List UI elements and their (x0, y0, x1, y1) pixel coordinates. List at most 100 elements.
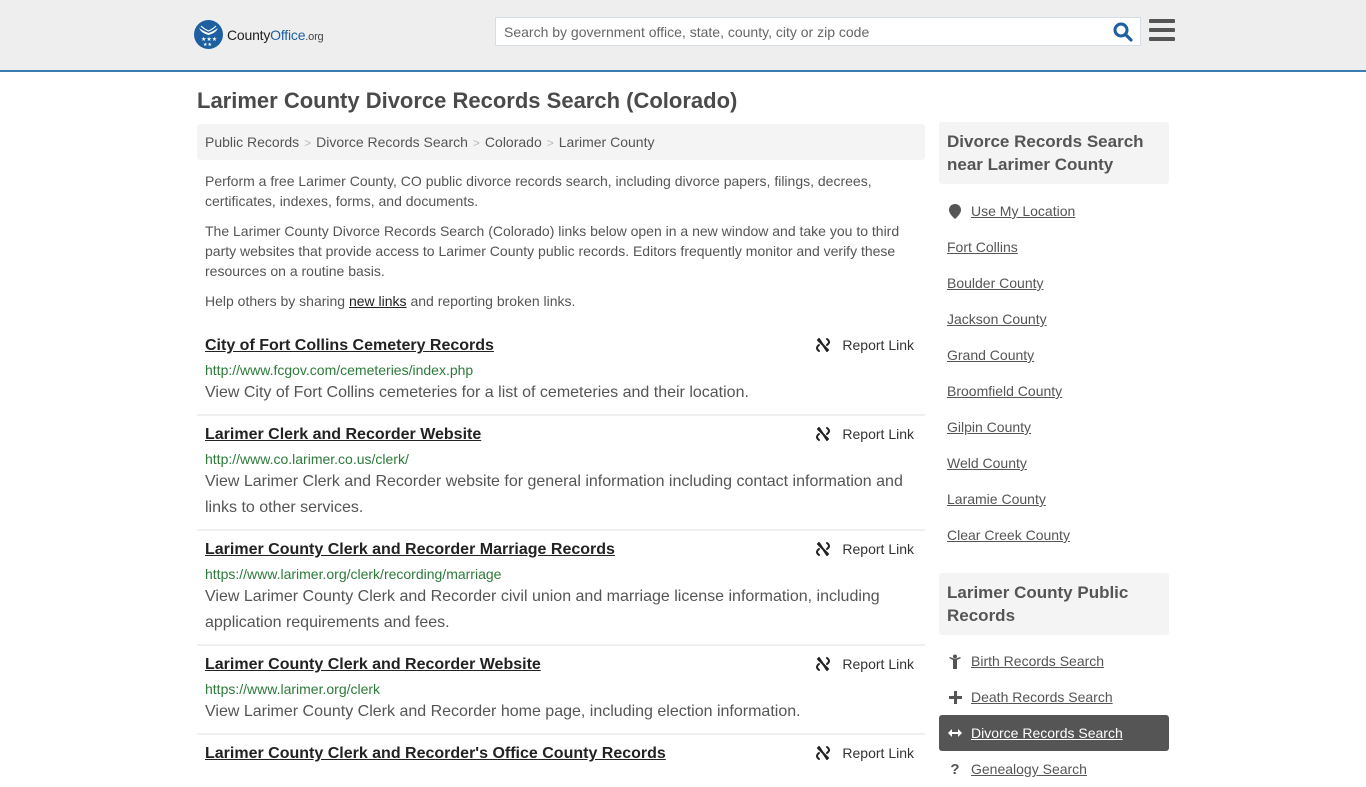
result-url: http://www.fcgov.com/cemeteries/index.ph… (205, 362, 474, 378)
result-url: https://www.larimer.org/clerk/recording/… (205, 566, 502, 582)
cross-icon (947, 690, 963, 704)
result-title-link[interactable]: Larimer County Clerk and Recorder's Offi… (205, 743, 666, 765)
breadcrumb: Public Records > Divorce Records Search > Co… (197, 124, 925, 160)
site-header: ★★★ ★★ CountyOffice.org (0, 0, 1366, 72)
main-content: Public Records > Divorce Records Search > Co… (197, 124, 925, 773)
result-item: City of Fort Collins Cemetery Records ht… (197, 327, 925, 416)
report-link-label: Report Link (842, 337, 914, 353)
breadcrumb-public-records[interactable]: Public Records (205, 134, 299, 150)
report-link-button[interactable]: Report Link (815, 337, 914, 353)
breadcrumb-divorce-records-search[interactable]: Divorce Records Search (316, 134, 468, 150)
logo-text-tld: .org (305, 30, 324, 43)
public-records-item: ? Genealogy Search (939, 751, 1169, 787)
result-item: Larimer County Clerk and Recorder Marria… (197, 531, 925, 646)
nearby-link-laramie-county[interactable]: Laramie County (947, 491, 1046, 507)
broken-link-icon (816, 746, 831, 760)
nearby-link-broomfield-county[interactable]: Broomfield County (947, 383, 1062, 399)
genealogy-search-link[interactable]: Genealogy Search (971, 761, 1087, 777)
result-url: http://www.co.larimer.co.us/clerk/ (205, 451, 409, 467)
breadcrumb-larimer-county[interactable]: Larimer County (559, 134, 655, 150)
intro-help-paragraph: Help others by sharing new links and rep… (205, 291, 917, 311)
result-url: https://www.larimer.org/clerk (205, 681, 381, 697)
result-description: View Larimer Clerk and Recorder website … (205, 473, 903, 516)
public-records-heading: Larimer County Public Records (939, 573, 1169, 635)
child-icon (947, 654, 963, 669)
report-link-button[interactable]: Report Link (815, 541, 914, 557)
logo-text-county: County (227, 26, 271, 43)
intro-paragraph: Perform a free Larimer County, CO public… (205, 173, 872, 209)
search-icon[interactable] (1112, 21, 1134, 43)
search-bar (495, 17, 1141, 46)
nearby-link-clear-creek-county[interactable]: Clear Creek County (947, 527, 1070, 543)
nearby-item: Clear Creek County (939, 517, 1169, 553)
map-pin-icon (947, 203, 963, 219)
nearby-item: Grand County (939, 337, 1169, 373)
report-link-button[interactable]: Report Link (815, 745, 914, 761)
nearby-list: Use My Location Fort Collins Boulder Cou… (939, 184, 1169, 553)
nearby-item: Boulder County (939, 265, 1169, 301)
use-my-location-link[interactable]: Use My Location (971, 203, 1075, 219)
question-icon: ? (950, 760, 960, 778)
menu-bar (1149, 28, 1175, 32)
menu-bar (1149, 37, 1175, 41)
nearby-item: Jackson County (939, 301, 1169, 337)
nearby-item: Broomfield County (939, 373, 1169, 409)
intro-paragraph: The Larimer County Divorce Records Searc… (205, 223, 900, 279)
result-item: Larimer County Clerk and Recorder Websit… (197, 646, 925, 735)
logo-text-office: Office (270, 26, 306, 43)
nearby-link-fort-collins[interactable]: Fort Collins (947, 239, 1018, 255)
report-link-label: Report Link (842, 426, 914, 442)
broken-link-icon (816, 338, 831, 352)
divorce-records-search-link[interactable]: Divorce Records Search (971, 725, 1123, 741)
public-records-item: Death Records Search (939, 679, 1169, 715)
breadcrumb-colorado[interactable]: Colorado (485, 134, 542, 150)
intro-text: Perform a free Larimer County, CO public… (197, 171, 925, 311)
result-item: Larimer Clerk and Recorder Website http:… (197, 416, 925, 531)
hamburger-menu-icon[interactable] (1149, 19, 1175, 43)
nearby-link-gilpin-county[interactable]: Gilpin County (947, 419, 1031, 435)
use-my-location-item: Use My Location (939, 193, 1169, 229)
intro-help-text: and reporting broken links. (406, 293, 576, 309)
result-title-link[interactable]: City of Fort Collins Cemetery Records (205, 335, 494, 357)
nearby-link-boulder-county[interactable]: Boulder County (947, 275, 1044, 291)
result-title-link[interactable]: Larimer County Clerk and Recorder Websit… (205, 654, 541, 676)
sidebar: Divorce Records Search near Larimer Coun… (939, 122, 1169, 787)
nearby-item: Weld County (939, 445, 1169, 481)
logo-text: CountyOffice.org (227, 26, 324, 43)
birth-records-search-link[interactable]: Birth Records Search (971, 653, 1104, 669)
page-title: Larimer County Divorce Records Search (C… (197, 88, 738, 113)
result-title-link[interactable]: Larimer Clerk and Recorder Website (205, 424, 481, 446)
public-records-item-active: Divorce Records Search (939, 715, 1169, 751)
result-item: Larimer County Clerk and Recorder's Offi… (197, 735, 925, 773)
report-link-button[interactable]: Report Link (815, 426, 914, 442)
broken-link-icon (816, 427, 831, 441)
public-records-list: Birth Records Search Death Records Searc… (939, 635, 1169, 787)
nearby-link-jackson-county[interactable]: Jackson County (947, 311, 1047, 327)
result-title-link[interactable]: Larimer County Clerk and Recorder Marria… (205, 539, 615, 561)
breadcrumb-separator: > (546, 136, 554, 150)
broken-link-icon (816, 542, 831, 556)
search-input[interactable] (496, 18, 1096, 45)
report-link-label: Report Link (842, 656, 914, 672)
svg-text:★★: ★★ (203, 42, 212, 48)
death-records-search-link[interactable]: Death Records Search (971, 689, 1113, 705)
report-link-button[interactable]: Report Link (815, 656, 914, 672)
report-link-label: Report Link (842, 745, 914, 761)
breadcrumb-separator: > (472, 136, 480, 150)
nearby-link-weld-county[interactable]: Weld County (947, 455, 1027, 471)
report-link-label: Report Link (842, 541, 914, 557)
breadcrumb-separator: > (304, 136, 312, 150)
result-description: View City of Fort Collins cemeteries for… (205, 384, 749, 401)
public-records-item: Birth Records Search (939, 643, 1169, 679)
new-links-link[interactable]: new links (349, 293, 407, 309)
broken-link-icon (816, 657, 831, 671)
menu-bar (1149, 19, 1175, 23)
arrows-horizontal-icon (947, 728, 963, 738)
nearby-link-grand-county[interactable]: Grand County (947, 347, 1034, 363)
site-logo[interactable]: ★★★ ★★ CountyOffice.org (194, 20, 324, 49)
result-description: View Larimer County Clerk and Recorder h… (205, 703, 801, 720)
nearby-item: Laramie County (939, 481, 1169, 517)
nearby-heading: Divorce Records Search near Larimer Coun… (939, 122, 1169, 184)
result-description: View Larimer County Clerk and Recorder c… (205, 588, 880, 631)
nearby-item: Gilpin County (939, 409, 1169, 445)
